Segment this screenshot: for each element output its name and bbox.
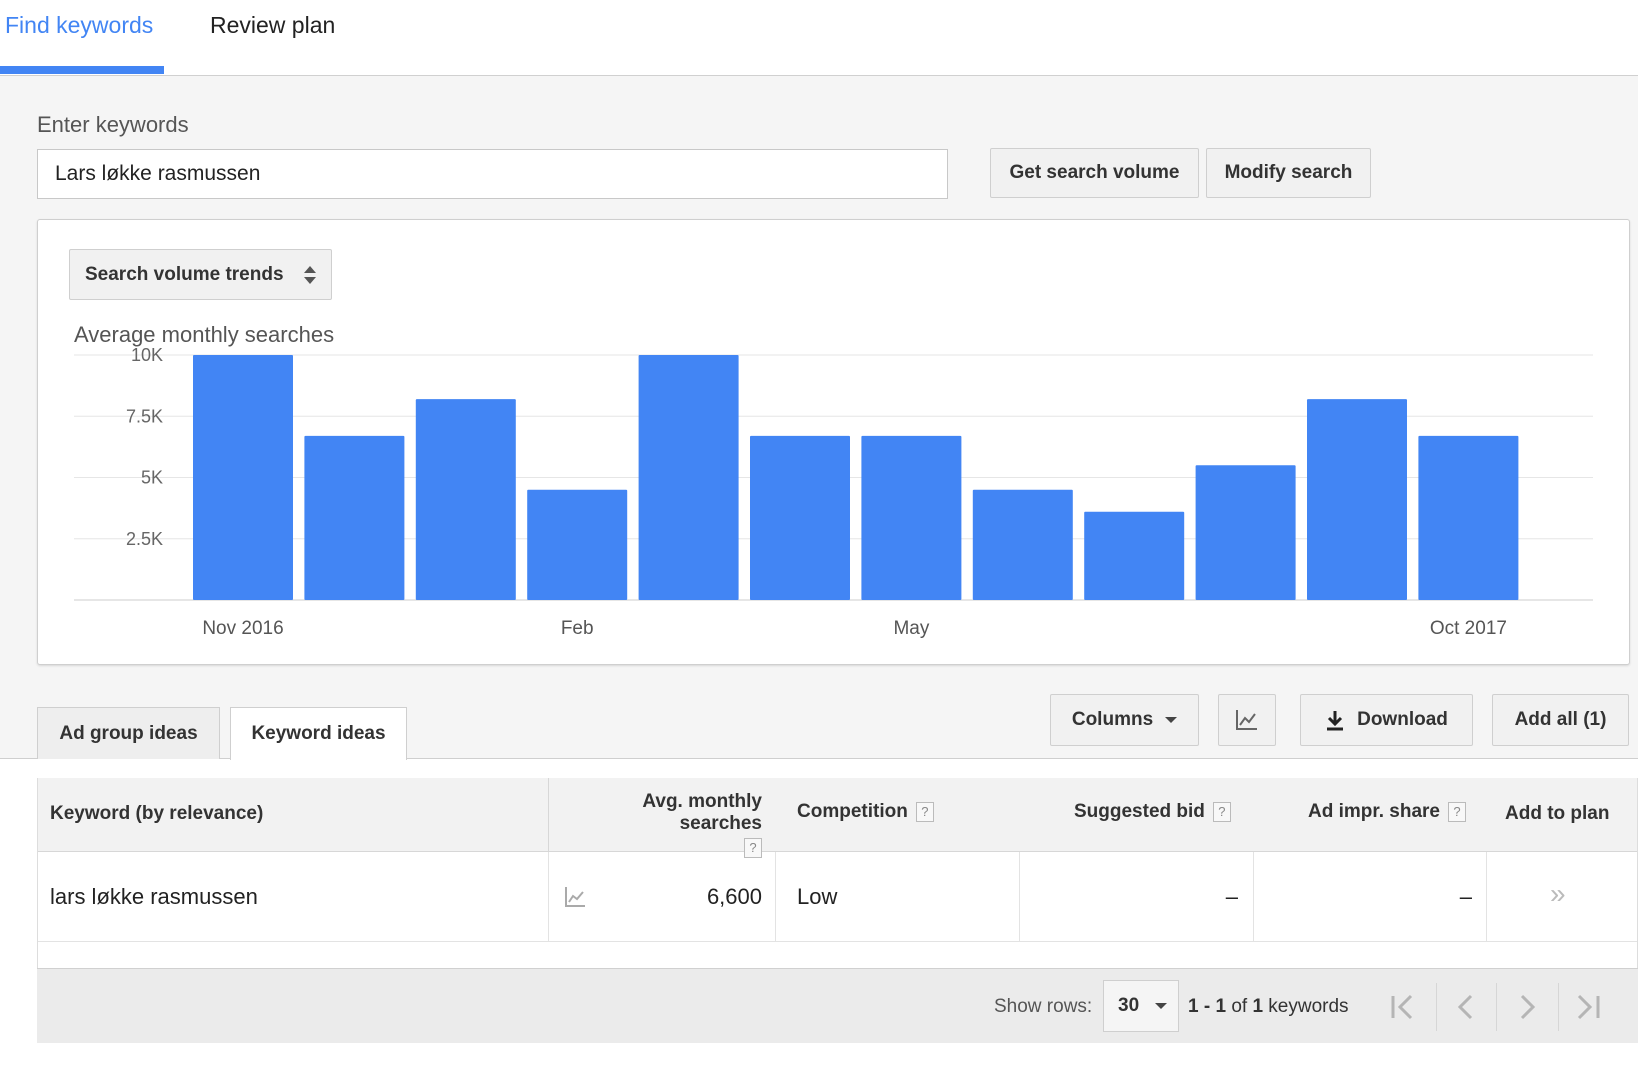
help-icon[interactable]: ? <box>1448 801 1466 822</box>
x-tick-label: Nov 2016 <box>202 618 283 639</box>
columns-button[interactable]: Columns <box>1050 694 1199 746</box>
header-ad-impr-share-label: Ad impr. share <box>1308 801 1440 822</box>
competition-cell: Low <box>797 884 838 909</box>
avg-searches-cell: 6,600 <box>706 884 762 909</box>
y-tick-label: 7.5K <box>126 406 163 426</box>
header-ad-impr-share[interactable]: Ad impr. share? <box>1308 801 1466 823</box>
line-chart-icon[interactable] <box>564 886 586 908</box>
help-icon[interactable]: ? <box>1212 801 1231 822</box>
page-range-text: 1 - 1 of 1 keywords <box>1188 996 1349 1018</box>
pager-divider <box>1496 983 1497 1031</box>
header-competition-label: Competition <box>797 801 908 822</box>
chart-bar <box>972 489 1073 600</box>
rows-per-page-select[interactable]: 30 <box>1103 980 1179 1032</box>
enter-keywords-label: Enter keywords <box>37 112 189 137</box>
chart-bar <box>861 435 962 600</box>
add-to-plan-button[interactable]: » <box>1550 878 1566 910</box>
help-icon[interactable]: ? <box>915 801 934 822</box>
chevron-down-icon <box>1155 1003 1168 1009</box>
chart-bar <box>1195 465 1296 600</box>
next-page-icon[interactable] <box>1512 992 1542 1022</box>
tab-review-plan[interactable]: Review plan <box>210 12 335 39</box>
range-of: of <box>1226 996 1253 1017</box>
download-icon <box>1327 711 1344 731</box>
x-tick-label: May <box>893 618 929 639</box>
tab-keyword-ideas[interactable]: Keyword ideas <box>230 707 407 760</box>
active-tab-indicator <box>0 66 164 74</box>
ad-impr-share-cell: – <box>1459 884 1472 909</box>
keyword-cell: lars løkke rasmussen <box>50 884 258 909</box>
chart-view-button[interactable] <box>1218 694 1276 746</box>
get-search-volume-button[interactable]: Get search volume <box>990 148 1199 198</box>
column-divider <box>548 778 549 852</box>
column-divider <box>775 852 776 942</box>
columns-label: Columns <box>1071 709 1154 730</box>
pager-divider <box>1558 983 1559 1031</box>
range-start: 1 <box>1188 996 1199 1017</box>
tab-find-keywords[interactable]: Find keywords <box>5 12 153 39</box>
show-rows-label: Show rows: <box>994 996 1093 1017</box>
column-divider <box>1486 852 1487 942</box>
tab-ad-group-ideas[interactable]: Ad group ideas <box>37 707 220 759</box>
column-divider <box>548 852 549 942</box>
column-divider <box>1253 852 1254 942</box>
modify-search-button[interactable]: Modify search <box>1206 148 1371 198</box>
chart-bar <box>304 435 405 600</box>
chart-bar <box>415 399 516 600</box>
table-row: lars løkke rasmussen 6,600 Low – – » <box>38 852 1637 942</box>
chart-bar <box>527 489 628 600</box>
header-keyword[interactable]: Keyword (by relevance) <box>50 803 263 825</box>
pagination-bar: Show rows: 30 1 - 1 of 1 keywords <box>37 968 1638 1043</box>
chart-bar <box>750 435 850 600</box>
x-tick-label: Feb <box>561 618 594 639</box>
header-avg-searches[interactable]: Avg. monthly searches ? <box>562 791 762 859</box>
suggested-bid-cell: – <box>1225 884 1238 909</box>
pager-divider <box>1436 983 1437 1031</box>
add-all-button[interactable]: Add all (1) <box>1492 694 1629 746</box>
header-suggested-bid[interactable]: Suggested bid? <box>1074 801 1231 823</box>
chevron-down-icon <box>1165 717 1178 723</box>
y-tick-label: 10K <box>131 345 163 365</box>
header-avg-searches-label: Avg. monthly searches <box>642 791 762 834</box>
header-add-to-plan: Add to plan <box>1505 803 1610 824</box>
chart-bar <box>1307 399 1407 600</box>
search-volume-bar-chart: 2.5K 5K 7.5K 10K Nov 2016 Feb May Oct 2017 <box>74 345 1593 639</box>
chart-bar <box>1084 511 1185 600</box>
keyword-table: Keyword (by relevance) Avg. monthly sear… <box>37 778 1638 968</box>
x-tick-label: Oct 2017 <box>1430 618 1507 639</box>
range-separator: - <box>1198 996 1216 1017</box>
last-page-icon[interactable] <box>1573 992 1603 1022</box>
header-competition[interactable]: Competition? <box>797 801 934 823</box>
first-page-icon[interactable] <box>1389 992 1419 1022</box>
range-unit: keywords <box>1263 996 1349 1017</box>
chart-bar <box>193 355 293 600</box>
download-button[interactable]: Download <box>1300 694 1473 746</box>
keywords-input[interactable] <box>37 149 948 199</box>
line-chart-icon <box>1236 710 1257 730</box>
chart-bar <box>1418 435 1519 600</box>
chart-card: Search volume trends Average monthly sea… <box>37 219 1630 665</box>
range-total: 1 <box>1252 996 1264 1017</box>
y-tick-label: 5K <box>141 468 163 488</box>
range-end: 1 <box>1215 996 1227 1017</box>
table-header: Keyword (by relevance) Avg. monthly sear… <box>38 778 1637 858</box>
top-navigation: Find keywords Review plan <box>0 0 1638 76</box>
rows-per-page-value: 30 <box>1118 995 1140 1016</box>
download-label: Download <box>1357 709 1448 730</box>
previous-page-icon[interactable] <box>1451 992 1481 1022</box>
chart-bar <box>638 355 739 600</box>
header-suggested-bid-label: Suggested bid <box>1074 801 1205 822</box>
column-divider <box>1019 852 1020 942</box>
y-tick-label: 2.5K <box>126 529 163 549</box>
